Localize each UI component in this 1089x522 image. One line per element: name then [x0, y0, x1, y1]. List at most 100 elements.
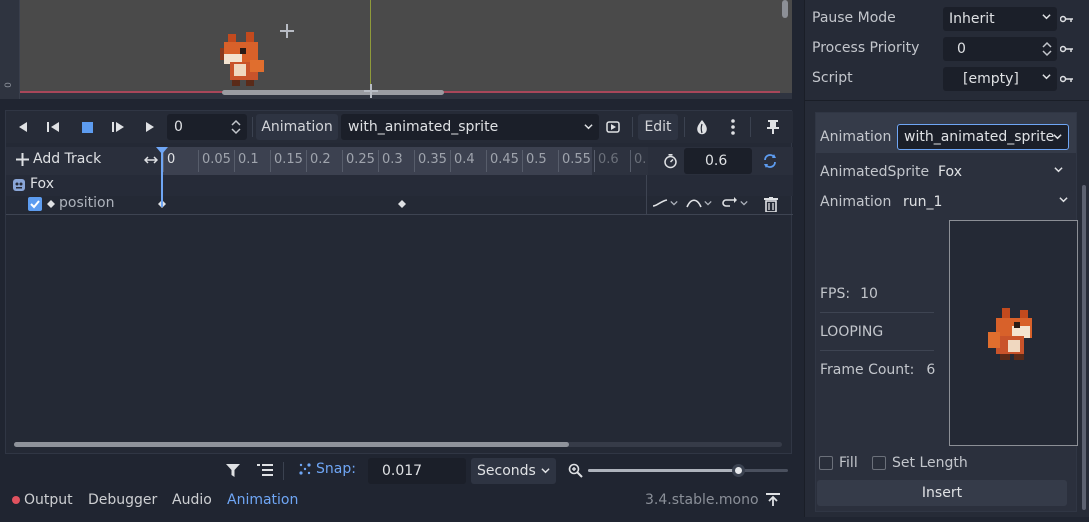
animation-panel: 0 Animation with_animated_sprite Edit Ad…: [5, 110, 793, 454]
animation-select-value: with_animated_sprite: [348, 119, 499, 135]
property-track-row[interactable]: position: [6, 194, 793, 215]
script-resource-picker[interactable]: [empty]: [943, 67, 1057, 91]
expand-panel-icon[interactable]: [766, 493, 780, 506]
timeline-playhead[interactable]: [161, 147, 163, 207]
fit-timeline-icon[interactable]: [144, 155, 158, 165]
ruler-tick: 0.6: [594, 150, 619, 172]
snap-unit-value: Seconds: [477, 463, 536, 479]
fill-checkbox[interactable]: [819, 456, 833, 470]
key-icon[interactable]: [1060, 75, 1074, 83]
stop-icon: [81, 121, 93, 133]
tab-debugger[interactable]: Debugger: [88, 492, 157, 508]
editor-animation-value: with_animated_sprite: [904, 129, 1055, 145]
play-backwards-button[interactable]: [12, 114, 34, 140]
snap-toggle[interactable]: Snap:: [298, 461, 356, 477]
tab-animation[interactable]: Animation: [227, 492, 298, 508]
process-priority-value: 0: [957, 41, 966, 57]
play-button[interactable]: [139, 114, 161, 140]
zoom-icon: [568, 463, 583, 478]
fill-toggle[interactable]: Fill: [819, 455, 858, 471]
process-priority-spinbox[interactable]: 0: [943, 37, 1057, 61]
ruler-zero-label: 0: [3, 82, 14, 88]
chevron-down-icon: [1042, 74, 1051, 80]
animation-select[interactable]: with_animated_sprite: [341, 114, 599, 140]
frame-position-spinbox[interactable]: 0: [167, 114, 247, 140]
key-icon[interactable]: [1060, 45, 1074, 53]
pin-icon: [767, 120, 779, 134]
zoom-slider[interactable]: [588, 464, 788, 477]
edit-menu-button[interactable]: Edit: [638, 114, 678, 140]
ruler-tick: 0.15: [270, 150, 303, 172]
error-indicator-icon: [12, 496, 20, 504]
track-list-icon[interactable]: [257, 464, 273, 477]
scrollbar-thumb[interactable]: [14, 442, 569, 447]
timeline-horizontal-scrollbar[interactable]: [14, 442, 782, 447]
check-icon: [30, 200, 40, 209]
sprite-animation-value: run_1: [903, 194, 943, 210]
timeline-bottom-bar: Snap: 0.017 Seconds: [0, 456, 792, 484]
play-backwards-from-end-button[interactable]: [42, 114, 64, 140]
canvas-viewport[interactable]: 0: [0, 0, 792, 99]
toolbar-separator: [750, 117, 751, 137]
interpolation-mode-button[interactable]: [686, 197, 712, 209]
ruler-tick: 0.45: [486, 150, 519, 172]
filter-icon[interactable]: [226, 464, 240, 477]
zoom-slider-fill: [588, 469, 738, 472]
loop-wrap-mode-button[interactable]: [722, 197, 748, 209]
animation-menu-button[interactable]: Animation: [256, 114, 338, 140]
time-ruler[interactable]: 0 0.05 0.1 0.15 0.2 0.25 0.3 0.35 0.4 0.…: [162, 147, 648, 175]
onion-skinning-button[interactable]: [690, 114, 714, 140]
sprite-animation-select[interactable]: run_1: [897, 190, 1074, 214]
ruler-tick: 0.4: [450, 150, 475, 172]
ruler-tick: 0.55: [558, 150, 591, 172]
set-length-toggle[interactable]: Set Length: [872, 455, 968, 471]
play-from-start-button[interactable]: [107, 114, 129, 140]
animated-sprite-value: Fox: [938, 164, 962, 180]
loop-icon[interactable]: [762, 153, 778, 169]
chevron-down-icon: [584, 124, 593, 130]
plus-icon: [16, 152, 29, 166]
animation-length-field[interactable]: 0.6: [684, 148, 752, 174]
pin-panel-button[interactable]: [762, 114, 784, 140]
section-divider: [805, 100, 1089, 101]
track-enabled-checkbox[interactable]: [28, 197, 42, 211]
toolbar-separator: [632, 117, 633, 137]
toolbar-separator: [252, 117, 253, 137]
fox-sprite[interactable]: [214, 28, 270, 90]
key-icon[interactable]: [1060, 15, 1074, 23]
onion-options-button[interactable]: [722, 114, 744, 140]
tab-output[interactable]: Output: [24, 492, 73, 508]
update-mode-button[interactable]: [652, 197, 678, 209]
playhead-handle-icon[interactable]: [156, 147, 168, 154]
continuous-update-icon: [652, 199, 668, 207]
zoom-slider-knob[interactable]: [732, 464, 745, 477]
timeline-header: Add Track 0 0.05 0.1 0.15 0.2 0.25 0.3 0…: [6, 147, 793, 175]
animated-sprite-select[interactable]: Fox: [932, 160, 1069, 184]
keyframe-icon[interactable]: [398, 200, 406, 208]
viewport-vertical-scrollbar[interactable]: [782, 0, 788, 18]
viewport-horizontal-scrollbar[interactable]: [222, 90, 444, 95]
looping-label: LOOPING: [820, 324, 884, 340]
track-group-row[interactable]: Fox: [6, 175, 793, 196]
onion-icon: [697, 120, 707, 135]
frame-position-value: 0: [174, 119, 183, 135]
chevron-down-icon: [1054, 167, 1063, 173]
fill-label: Fill: [839, 455, 858, 471]
stop-button[interactable]: [76, 114, 98, 140]
set-length-checkbox[interactable]: [872, 456, 886, 470]
autoplay-icon: [606, 121, 620, 133]
delete-track-icon[interactable]: [764, 197, 778, 212]
animated-sprite-label: AnimatedSprite: [820, 164, 930, 180]
pause-mode-select[interactable]: Inherit: [943, 7, 1057, 31]
insert-button[interactable]: Insert: [817, 480, 1067, 506]
ruler-tick: 0.: [630, 150, 646, 172]
inspector-scrollbar[interactable]: [1082, 185, 1086, 510]
snap-unit-select[interactable]: Seconds: [471, 458, 556, 484]
snap-step-field[interactable]: 0.017: [368, 458, 466, 484]
add-track-button[interactable]: Add Track: [16, 151, 101, 167]
autoplay-on-load-button[interactable]: [602, 114, 626, 140]
tab-audio[interactable]: Audio: [172, 492, 212, 508]
frame-count-row: Frame Count: 6: [820, 362, 935, 378]
editor-animation-select[interactable]: with_animated_sprite: [897, 124, 1069, 150]
add-track-label: Add Track: [33, 151, 102, 167]
